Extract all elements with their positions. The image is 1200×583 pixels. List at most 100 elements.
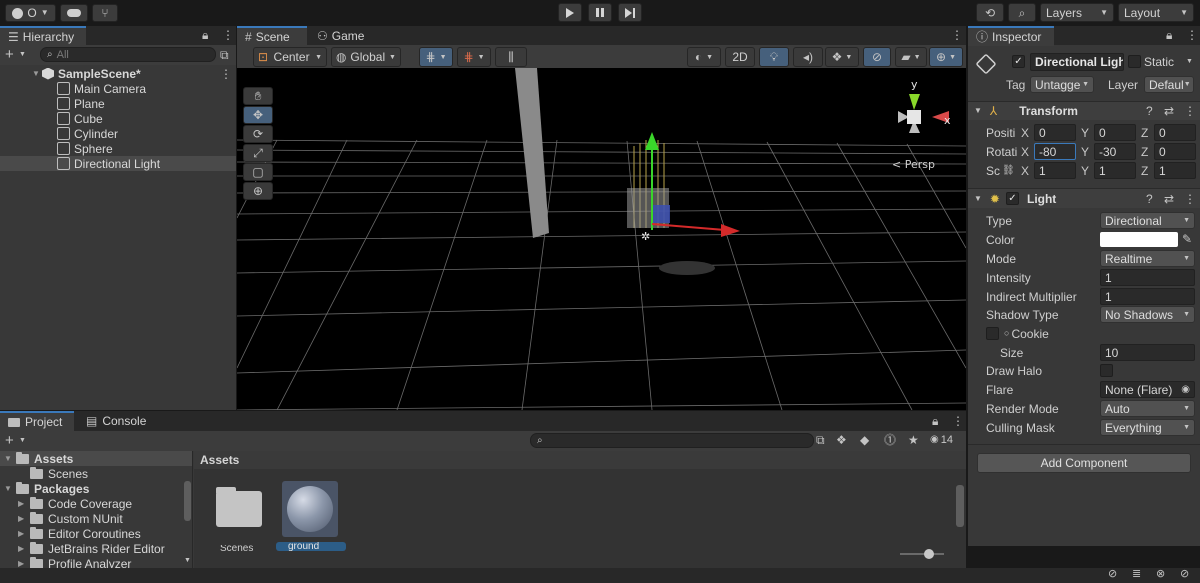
icon-size-slider[interactable] bbox=[900, 553, 944, 555]
move-tool[interactable]: ✥ bbox=[243, 106, 273, 124]
more-options-icon[interactable]: ⋮ bbox=[951, 29, 963, 41]
tree-package-item[interactable]: ▶ Custom NUnit bbox=[0, 511, 192, 526]
tag-icon[interactable]: ◆ bbox=[860, 434, 869, 446]
search-by-type-icon[interactable]: ⧉ bbox=[816, 434, 825, 446]
position-z-field[interactable]: 0 bbox=[1154, 124, 1196, 141]
more-options-icon[interactable]: ⋮ bbox=[1184, 193, 1196, 205]
effects-dropdown[interactable]: ❖ ▼ bbox=[825, 47, 859, 67]
more-options-icon[interactable]: ⋮ bbox=[220, 68, 232, 80]
auto-generate-lighting-icon[interactable]: ⊘ bbox=[1108, 569, 1117, 580]
expand-arrow-icon[interactable]: ▼ bbox=[4, 454, 14, 463]
position-x-field[interactable]: 0 bbox=[1034, 124, 1076, 141]
culling-mask-dropdown[interactable]: Everything ▼ bbox=[1100, 419, 1195, 436]
hidden-packages-toggle[interactable]: ◉ 14 bbox=[930, 434, 953, 446]
hierarchy-item-selected[interactable]: Directional Light bbox=[0, 156, 236, 171]
search-button[interactable]: ⌕ bbox=[1008, 3, 1036, 22]
tab-scene[interactable]: # Scene bbox=[237, 26, 307, 46]
chevron-down-icon[interactable]: ▼ bbox=[19, 51, 26, 58]
rotation-x-field[interactable]: -80 bbox=[1034, 143, 1076, 160]
debug-mode-icon[interactable]: ⊗ bbox=[1156, 569, 1165, 580]
lighting-toggle[interactable]: 💡︎ bbox=[759, 47, 789, 67]
shadow-type-dropdown[interactable]: No Shadows ▼ bbox=[1100, 306, 1195, 323]
cache-server-icon[interactable]: ≣ bbox=[1132, 569, 1141, 580]
expand-arrow-icon[interactable]: ▶ bbox=[18, 514, 28, 523]
expand-arrow-icon[interactable]: ▼ bbox=[32, 69, 42, 78]
object-name-field[interactable]: Directional Ligh bbox=[1030, 53, 1124, 71]
transform-tool[interactable]: ⊕ bbox=[243, 182, 273, 200]
cookie-size-field[interactable]: 10 bbox=[1100, 344, 1195, 361]
account-button[interactable]: O ▼ bbox=[5, 4, 56, 22]
audio-toggle[interactable]: ◂) bbox=[793, 47, 823, 67]
space-dropdown[interactable]: ◍ Global ▼ bbox=[331, 47, 401, 67]
lock-icon[interactable]: 🔒︎ bbox=[1166, 29, 1172, 41]
object-picker-icon[interactable]: ◉ bbox=[1181, 384, 1190, 395]
ruler-button[interactable]: ⫼ bbox=[495, 47, 527, 67]
warning-icon[interactable]: ⓵ bbox=[884, 434, 896, 446]
more-options-icon[interactable]: ⋮ bbox=[1186, 29, 1198, 41]
layer-dropdown[interactable]: Defaul ▼ bbox=[1144, 76, 1194, 93]
scene-viewport[interactable]: ✲ y x < Persp bbox=[237, 68, 966, 410]
expand-arrow-icon[interactable]: ▼ bbox=[4, 484, 14, 493]
active-checkbox[interactable]: ✓ bbox=[1012, 55, 1025, 68]
help-icon[interactable]: ? bbox=[1146, 105, 1153, 117]
render-mode-dropdown[interactable]: Auto ▼ bbox=[1100, 400, 1195, 417]
gizmos-dropdown[interactable]: ⊕ ▼ bbox=[929, 47, 963, 67]
tree-assets[interactable]: ▼ Assets bbox=[0, 451, 192, 466]
pause-button[interactable] bbox=[588, 3, 612, 22]
tree-package-item[interactable]: ▶ Profile Analyzer bbox=[0, 556, 192, 568]
cloud-button[interactable] bbox=[60, 4, 88, 22]
toggle-2d-button[interactable]: 2D bbox=[725, 47, 755, 67]
step-button[interactable] bbox=[618, 3, 642, 22]
lock-icon[interactable]: 🔒︎ bbox=[932, 415, 938, 427]
expand-arrow-icon[interactable]: ▶ bbox=[18, 544, 28, 553]
filter-by-label-icon[interactable]: ❖ bbox=[836, 434, 847, 446]
scroll-down-icon[interactable]: ▼ bbox=[184, 557, 191, 564]
chevron-down-icon[interactable]: ▼ bbox=[1186, 58, 1193, 65]
chevron-down-icon[interactable]: ▼ bbox=[19, 437, 26, 444]
tree-package-item[interactable]: ▶ JetBrains Rider Editor bbox=[0, 541, 192, 556]
assets-breadcrumb-label[interactable]: Assets bbox=[200, 453, 239, 467]
asset-tile-scenes[interactable]: Scenes bbox=[210, 481, 266, 552]
light-type-dropdown[interactable]: Directional ▼ bbox=[1100, 212, 1195, 229]
tree-scrollbar[interactable] bbox=[184, 481, 191, 521]
hierarchy-item[interactable]: Cube bbox=[0, 111, 236, 126]
scale-y-field[interactable]: 1 bbox=[1094, 162, 1136, 179]
more-options-icon[interactable]: ⋮ bbox=[1184, 105, 1196, 117]
move-plane-handle[interactable] bbox=[652, 205, 670, 223]
lock-icon[interactable]: 🔒︎ bbox=[202, 29, 208, 41]
scene-row[interactable]: ▼ SampleScene* ⋮ bbox=[0, 66, 236, 81]
light-enabled-checkbox[interactable]: ✓ bbox=[1005, 192, 1019, 205]
static-checkbox[interactable] bbox=[1128, 55, 1141, 68]
draw-halo-checkbox[interactable] bbox=[1100, 364, 1113, 377]
tab-console[interactable]: ▤ Console bbox=[78, 411, 158, 431]
hierarchy-item[interactable]: Cylinder bbox=[0, 126, 236, 141]
add-component-button[interactable]: Add Component bbox=[977, 453, 1191, 473]
star-icon[interactable]: ★ bbox=[908, 434, 919, 446]
tab-hierarchy[interactable]: ☰ Hierarchy bbox=[0, 26, 86, 46]
more-options-icon[interactable]: ⋮ bbox=[222, 29, 234, 41]
filter-icon[interactable]: ⧉ bbox=[220, 49, 229, 61]
tree-packages[interactable]: ▼ Packages bbox=[0, 481, 192, 496]
camera-dropdown[interactable]: ▰ ▼ bbox=[895, 47, 927, 67]
transform-header[interactable]: ▼ ⅄ Transform ? ⇄ ⋮ bbox=[968, 101, 1200, 120]
rotate-tool[interactable]: ⟳ bbox=[243, 125, 273, 143]
expand-arrow-icon[interactable]: ▼ bbox=[974, 194, 982, 203]
visibility-toggle[interactable]: ⊘ bbox=[863, 47, 891, 67]
tab-project[interactable]: Project bbox=[0, 411, 74, 431]
projection-label[interactable]: < Persp bbox=[892, 158, 935, 171]
expand-arrow-icon[interactable]: ▶ bbox=[18, 499, 28, 508]
hierarchy-item[interactable]: Sphere bbox=[0, 141, 236, 156]
add-icon[interactable]: + bbox=[5, 47, 14, 62]
position-y-field[interactable]: 0 bbox=[1094, 124, 1136, 141]
asset-tile-ground[interactable]: ground bbox=[276, 481, 346, 551]
project-search-input[interactable]: ⌕ bbox=[530, 433, 814, 448]
hierarchy-item[interactable]: Plane bbox=[0, 96, 236, 111]
link-icon[interactable]: ⛓︎ bbox=[1002, 165, 1015, 176]
rotation-z-field[interactable]: 0 bbox=[1154, 143, 1196, 160]
tag-dropdown[interactable]: Untagge ▼ bbox=[1030, 76, 1094, 93]
intensity-field[interactable]: 1 bbox=[1100, 269, 1195, 286]
help-icon[interactable]: ? bbox=[1146, 193, 1153, 205]
history-button[interactable]: ⟲ bbox=[976, 3, 1004, 22]
indirect-multiplier-field[interactable]: 1 bbox=[1100, 288, 1195, 305]
light-mode-dropdown[interactable]: Realtime ▼ bbox=[1100, 250, 1195, 267]
